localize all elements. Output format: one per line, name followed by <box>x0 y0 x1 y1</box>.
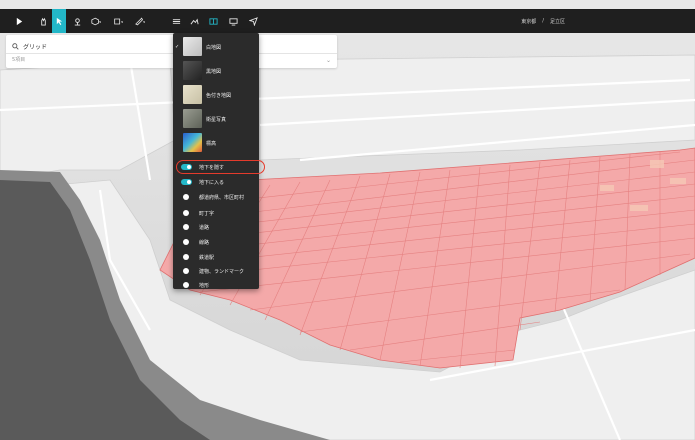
layer-dot <box>183 210 189 216</box>
basemap-thumb <box>183 109 202 128</box>
layer-dot <box>183 239 189 245</box>
search-result-count: 5項目 <box>12 57 26 63</box>
breadcrumb-separator: / <box>542 18 544 24</box>
search-input[interactable]: グリッド <box>12 39 47 53</box>
layer-dot <box>183 224 189 230</box>
basemap-label: 標高 <box>206 141 217 147</box>
layer-item-stations[interactable]: 鉄道駅 <box>173 251 259 264</box>
layer-label: 都道府県、市区町村 <box>199 195 245 201</box>
layer-label: 地下に入る <box>199 180 225 186</box>
basemap-item-elevation[interactable]: 標高 <box>173 133 259 155</box>
layer-dot <box>183 282 189 288</box>
hand-icon[interactable] <box>36 9 50 33</box>
layer-item-buildings[interactable]: 建物、ランドマーク <box>173 265 259 278</box>
book-icon[interactable] <box>206 9 220 33</box>
breadcrumb: 東京都 / 足立区 <box>521 9 565 33</box>
layer-dot <box>183 254 189 260</box>
screen-icon[interactable] <box>226 9 240 33</box>
layer-label: 道路 <box>199 225 210 231</box>
pin-icon[interactable] <box>70 9 84 33</box>
search-divider <box>6 53 337 54</box>
layer-item-rail[interactable]: 線路 <box>173 236 259 249</box>
measure-icon[interactable] <box>132 9 148 33</box>
search-panel: グリッド 5項目 ⌄ <box>6 35 337 68</box>
shape-icon[interactable] <box>110 9 126 33</box>
basemap-item-white[interactable]: ✓ 白地図 <box>173 37 259 59</box>
layer-label: 建物、ランドマーク <box>199 269 245 275</box>
basemap-thumb <box>183 133 202 152</box>
basemap-label: 色付き地図 <box>206 93 232 99</box>
basemap-thumb <box>183 85 202 104</box>
basemap-item-black[interactable]: 黒地図 <box>173 61 259 83</box>
basemap-item-color[interactable]: 色付き地図 <box>173 85 259 107</box>
basemap-label: 白地図 <box>206 45 222 51</box>
top-toolbar <box>0 9 695 33</box>
layer-dot <box>183 268 189 274</box>
highlight-annotation <box>176 160 265 174</box>
layer-dot <box>183 194 189 200</box>
search-query: グリッド <box>23 43 48 51</box>
layer-label: 線路 <box>199 240 210 246</box>
send-icon[interactable] <box>246 9 260 33</box>
layer-item-terrain[interactable]: 地形 <box>173 279 259 292</box>
breadcrumb-prefecture[interactable]: 東京都 <box>521 18 536 25</box>
layer-item-roads[interactable]: 道路 <box>173 221 259 234</box>
layer-label: 地形 <box>199 283 210 289</box>
layer-label: 鉄道駅 <box>199 255 215 261</box>
basemap-item-satellite[interactable]: 衛星写真 <box>173 109 259 131</box>
terrain-icon[interactable] <box>188 9 200 33</box>
logo-icon[interactable] <box>12 9 26 33</box>
basemap-label: 衛星写真 <box>206 117 227 123</box>
layers-icon[interactable] <box>170 9 182 33</box>
search-icon <box>12 42 19 50</box>
layer-item-admin-boundaries[interactable]: 都道府県、市区町村 <box>173 191 259 204</box>
chevron-down-icon[interactable]: ⌄ <box>326 57 331 64</box>
cube-icon[interactable] <box>88 9 104 33</box>
basemap-label: 黒地図 <box>206 69 222 75</box>
layer-item-town[interactable]: 町丁字 <box>173 207 259 220</box>
layer-label: 町丁字 <box>199 211 215 217</box>
breadcrumb-ward[interactable]: 足立区 <box>550 18 565 25</box>
check-icon: ✓ <box>175 44 180 50</box>
toggle-switch[interactable] <box>181 179 192 185</box>
basemap-thumb <box>183 61 202 80</box>
toggle-enter-underground[interactable]: 地下に入る <box>173 176 259 189</box>
pointer-icon[interactable] <box>52 9 66 33</box>
basemap-thumb <box>183 37 202 56</box>
